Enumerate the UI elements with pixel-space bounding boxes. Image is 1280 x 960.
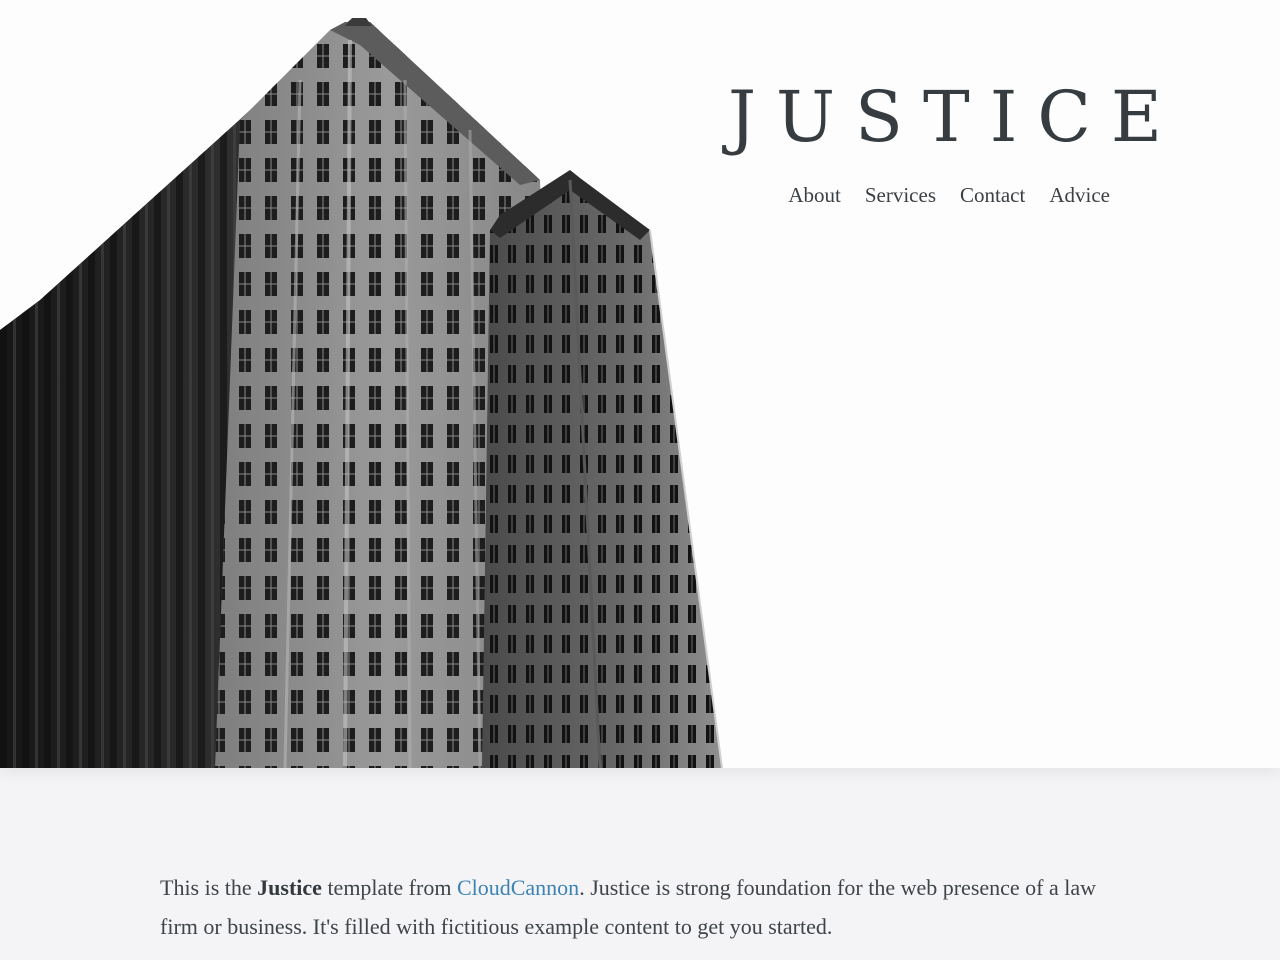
nav-services[interactable]: Services	[865, 183, 936, 208]
nav-about[interactable]: About	[788, 183, 841, 208]
main-nav: About Services Contact Advice	[788, 183, 1110, 208]
intro-paragraph: This is the Justice template from CloudC…	[160, 868, 1120, 946]
hero-building-image	[0, 0, 740, 768]
intro-text-2: template from	[321, 875, 457, 900]
nav-advice[interactable]: Advice	[1049, 183, 1110, 208]
hero-section: JUSTICE About Services Contact Advice	[0, 0, 1280, 768]
intro-brand: Justice	[257, 875, 322, 900]
cloudcannon-link[interactable]: CloudCannon	[457, 875, 579, 900]
nav-contact[interactable]: Contact	[960, 183, 1025, 208]
intro-text-1: This is the	[160, 875, 258, 900]
site-title[interactable]: JUSTICE	[728, 82, 1182, 152]
